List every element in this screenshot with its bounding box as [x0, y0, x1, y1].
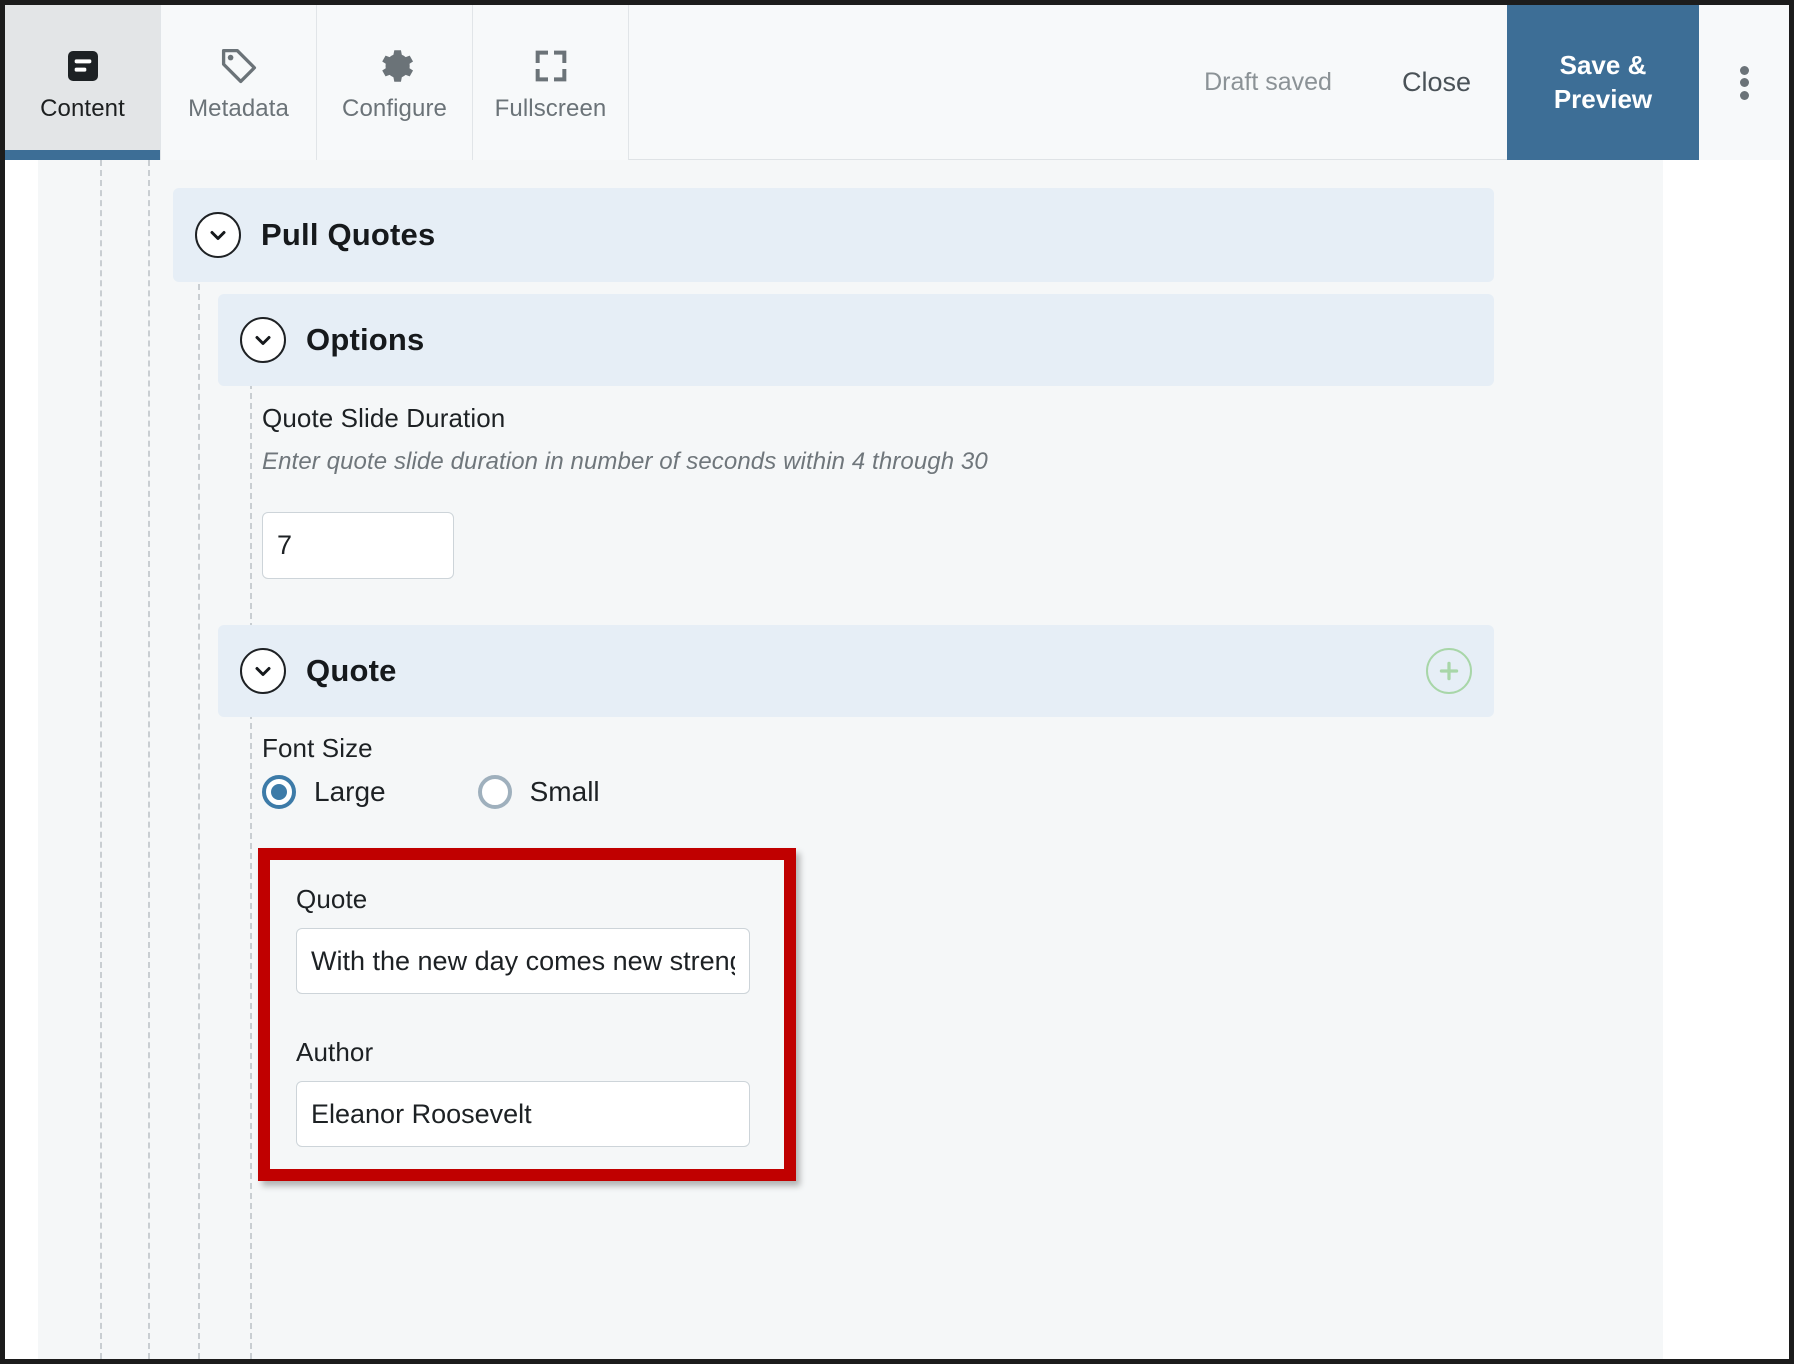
- chevron-down-icon[interactable]: [240, 648, 286, 694]
- toolbar-tab-group: Content Metadata Configure Fullscreen: [5, 5, 629, 160]
- tab-content-label: Content: [40, 94, 125, 122]
- options-title: Options: [306, 322, 425, 357]
- pull-quotes-title: Pull Quotes: [261, 217, 436, 252]
- radio-font-size-small-label: Small: [529, 776, 600, 807]
- app-window: Content Metadata Configure Fullscreen Dr…: [0, 0, 1794, 1364]
- indent-guide: [148, 160, 150, 1359]
- quote-slide-duration-help: Enter quote slide duration in number of …: [262, 448, 988, 475]
- font-size-radio-group: Large Small: [262, 775, 600, 809]
- page-right-gutter: [1663, 160, 1789, 1359]
- kebab-dot: [1739, 65, 1749, 75]
- toolbar-actions: Draft saved Close Save & Preview: [1170, 5, 1789, 160]
- quote-slide-duration-input[interactable]: [262, 512, 454, 579]
- tab-content[interactable]: Content: [5, 5, 161, 160]
- tab-metadata[interactable]: Metadata: [161, 5, 317, 160]
- quote-field-label: Quote: [296, 884, 368, 914]
- top-toolbar: Content Metadata Configure Fullscreen Dr…: [5, 5, 1789, 160]
- kebab-dot: [1739, 90, 1749, 100]
- quote-field-input[interactable]: [296, 928, 750, 994]
- tab-metadata-label: Metadata: [188, 94, 289, 122]
- indent-guide: [250, 363, 252, 1359]
- kebab-dot: [1739, 78, 1749, 87]
- section-header-quote[interactable]: Quote: [218, 625, 1494, 717]
- quote-slide-duration-label: Quote Slide Duration: [262, 403, 506, 433]
- save-and-preview-button[interactable]: Save & Preview: [1507, 5, 1699, 160]
- radio-font-size-large-label: Large: [314, 776, 386, 807]
- font-size-label: Font Size: [262, 733, 373, 763]
- plus-circle-icon[interactable]: [1426, 648, 1472, 694]
- radio-font-size-small[interactable]: Small: [477, 775, 600, 809]
- document-lines-icon: [63, 45, 103, 87]
- tab-configure[interactable]: Configure: [317, 5, 473, 160]
- radio-unselected-icon: [477, 775, 512, 809]
- gear-icon: [374, 45, 416, 87]
- quote-entry-highlight-box: Quote Author: [258, 848, 796, 1181]
- radio-font-size-large[interactable]: Large: [262, 775, 386, 809]
- tag-icon: [218, 45, 260, 87]
- section-header-options[interactable]: Options: [218, 294, 1494, 386]
- tab-configure-label: Configure: [342, 94, 447, 122]
- editor-canvas: Pull Quotes Options Quote Slide Duration…: [5, 160, 1789, 1359]
- chevron-down-icon[interactable]: [195, 212, 241, 258]
- kebab-menu-icon[interactable]: [1699, 5, 1789, 160]
- indent-guide: [198, 274, 200, 1359]
- radio-selected-icon: [262, 775, 296, 809]
- draft-status-text: Draft saved: [1204, 68, 1332, 96]
- tab-fullscreen-label: Fullscreen: [494, 94, 607, 122]
- author-field-label: Author: [296, 1037, 374, 1067]
- author-field-input[interactable]: [296, 1081, 750, 1147]
- tab-fullscreen[interactable]: Fullscreen: [473, 5, 629, 160]
- expand-icon: [531, 45, 571, 87]
- form-page: Pull Quotes Options Quote Slide Duration…: [38, 160, 1663, 1359]
- chevron-down-icon[interactable]: [240, 317, 286, 363]
- section-header-pull-quotes[interactable]: Pull Quotes: [173, 188, 1494, 282]
- close-button[interactable]: Close: [1366, 5, 1507, 160]
- quote-section-title: Quote: [306, 653, 397, 688]
- indent-guide: [100, 160, 102, 1359]
